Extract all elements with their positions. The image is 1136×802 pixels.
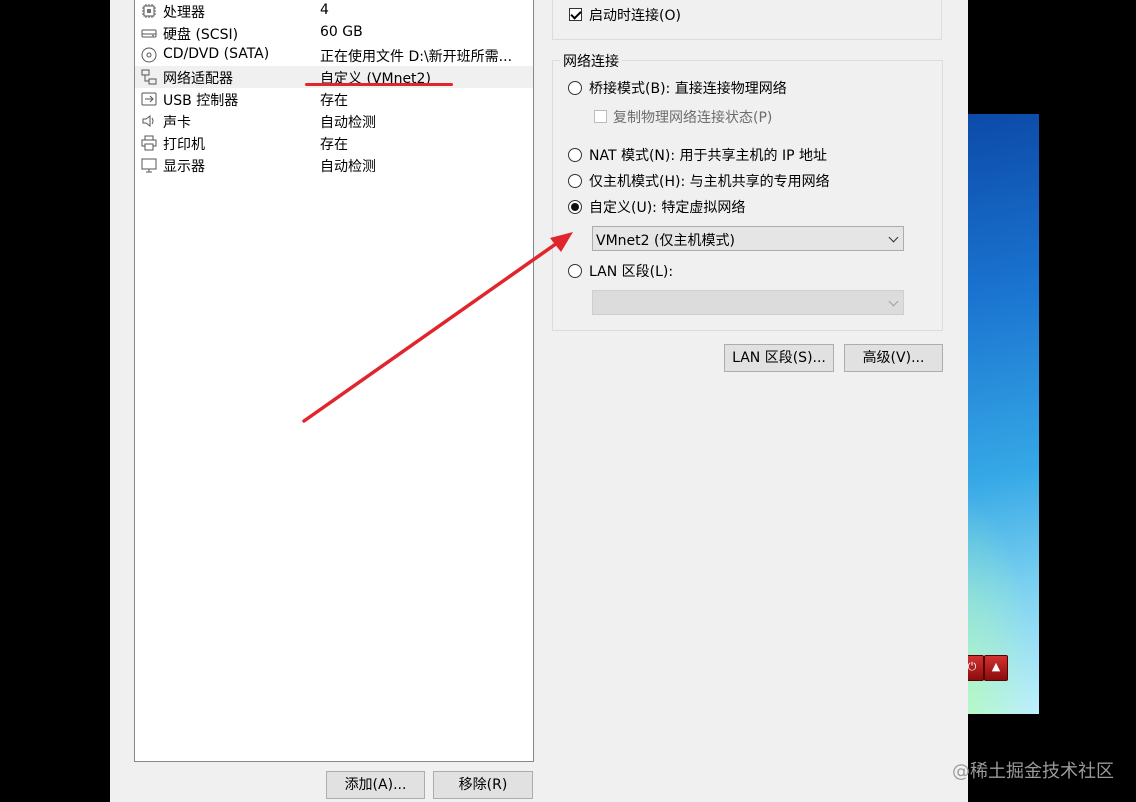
watermark: @稀土掘金技术社区 [952,761,1114,782]
annotation-arrow [302,232,573,423]
